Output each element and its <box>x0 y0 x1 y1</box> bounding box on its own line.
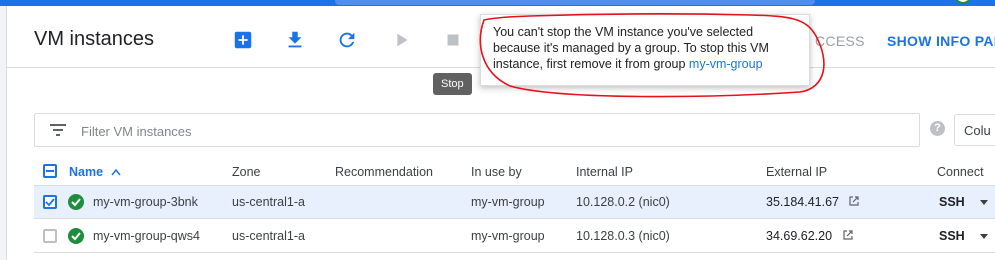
column-header-connect: Connect <box>937 165 984 179</box>
avatar[interactable] <box>955 0 971 4</box>
internal-ip-cell: 10.128.0.2 (nic0) <box>576 195 670 209</box>
status-running-icon <box>68 228 84 244</box>
columns-button[interactable]: Colu <box>954 114 995 146</box>
show-info-panel-button[interactable]: SHOW INFO PAN <box>887 33 995 49</box>
zone-cell: us-central1-a <box>232 229 305 243</box>
table-header-row: Name Zone Recommendation In use by Inter… <box>34 156 995 186</box>
in-use-by-link[interactable]: my-vm-group <box>471 195 545 209</box>
filter-list-icon <box>50 124 66 136</box>
column-header-name-label: Name <box>69 165 104 179</box>
table-row[interactable]: my-vm-group-qws4 us-central1-a my-vm-gro… <box>34 220 995 253</box>
filter-bar[interactable] <box>34 113 920 147</box>
column-header-recommendation[interactable]: Recommendation <box>335 165 433 179</box>
download-icon <box>288 31 302 48</box>
cannot-stop-popover: You can't stop the VM instance you've se… <box>480 14 810 86</box>
play-icon <box>397 33 408 47</box>
column-header-in-use-by[interactable]: In use by <box>471 165 522 179</box>
row-checkbox[interactable] <box>43 229 57 243</box>
ssh-dropdown-icon[interactable] <box>980 200 988 205</box>
open-in-new-icon[interactable] <box>842 229 854 241</box>
ssh-button[interactable]: SSH <box>939 195 965 209</box>
import-vm-button[interactable] <box>283 28 307 52</box>
sort-ascending-icon <box>110 165 121 179</box>
internal-ip-cell: 10.128.0.3 (nic0) <box>576 229 670 243</box>
check-icon <box>45 198 55 207</box>
column-header-name[interactable]: Name <box>69 165 121 179</box>
zone-cell: us-central1-a <box>232 195 305 209</box>
add-box-icon <box>234 31 252 49</box>
refresh-button[interactable] <box>335 28 359 52</box>
ssh-button[interactable]: SSH <box>939 229 965 243</box>
external-ip-link[interactable]: 34.69.62.20 <box>766 229 832 243</box>
refresh-icon <box>339 32 355 48</box>
start-button[interactable] <box>389 28 413 52</box>
stop-icon <box>447 34 459 46</box>
row-checkbox[interactable] <box>43 195 57 209</box>
instance-name-link[interactable]: my-vm-group-qws4 <box>93 229 200 243</box>
external-ip-link[interactable]: 35.184.41.67 <box>766 195 839 209</box>
stop-tooltip: Stop <box>433 73 472 95</box>
search-bar-fragment[interactable] <box>335 0 815 5</box>
in-use-by-link[interactable]: my-vm-group <box>471 229 545 243</box>
column-header-zone[interactable]: Zone <box>232 165 261 179</box>
ssh-dropdown-icon[interactable] <box>980 234 988 239</box>
nav-rail-edge <box>0 6 7 260</box>
instance-group-link[interactable]: my-vm-group <box>689 57 763 71</box>
status-running-icon <box>68 194 84 210</box>
filter-input[interactable] <box>81 121 901 141</box>
help-icon[interactable]: ? <box>930 121 945 136</box>
open-in-new-icon[interactable] <box>848 195 860 207</box>
page-title: VM instances <box>34 28 155 50</box>
select-all-checkbox[interactable] <box>43 164 57 178</box>
instance-name-link[interactable]: my-vm-group-3bnk <box>93 195 198 209</box>
tab-access[interactable]: CCESS <box>815 33 865 49</box>
stop-button[interactable] <box>441 28 465 52</box>
column-header-external-ip[interactable]: External IP <box>766 165 827 179</box>
table-row[interactable]: my-vm-group-3bnk us-central1-a my-vm-gro… <box>34 186 995 219</box>
create-instance-button[interactable] <box>231 28 255 52</box>
column-header-internal-ip[interactable]: Internal IP <box>576 165 633 179</box>
